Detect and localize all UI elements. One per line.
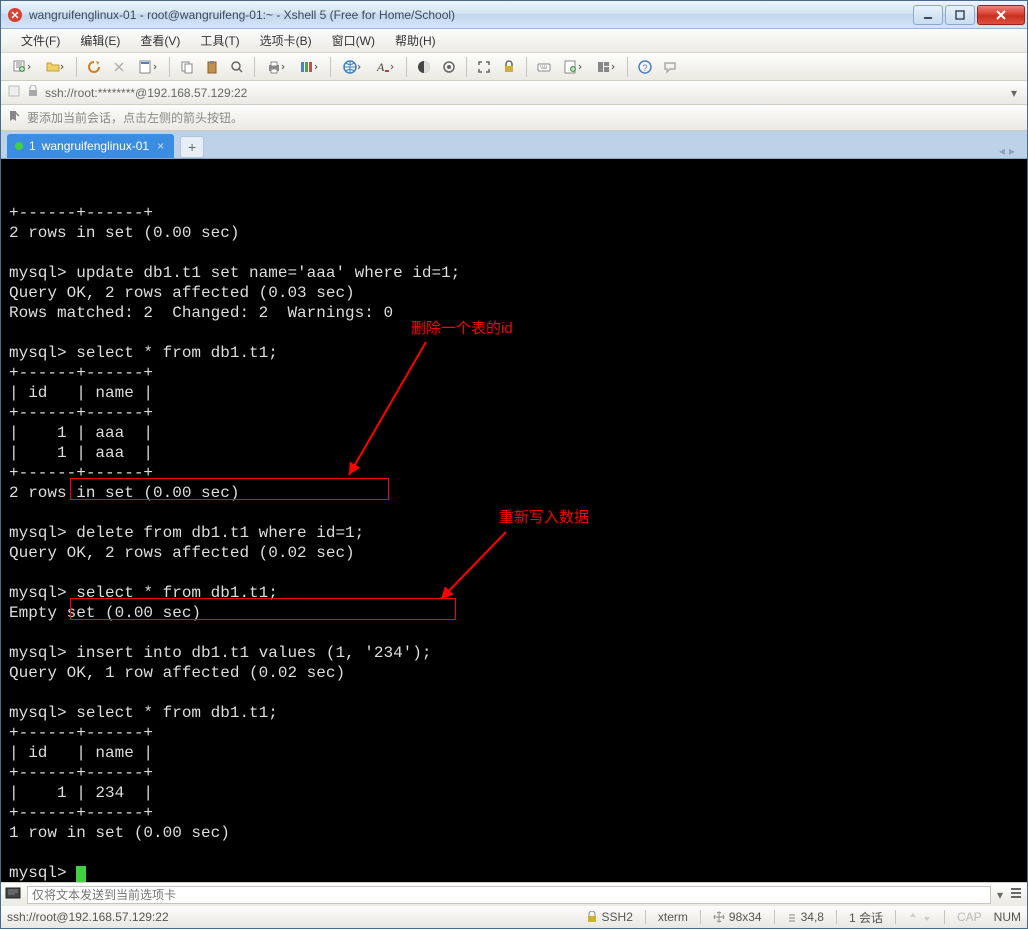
print-button[interactable] [261,56,291,78]
address-text[interactable]: ssh://root:********@192.168.57.129:22 [45,86,1001,100]
find-button[interactable] [226,56,248,78]
status-term: xterm [658,910,688,924]
menu-tabs[interactable]: 选项卡(B) [250,30,322,51]
toolbar: A ? [1,53,1027,81]
reconnect-button[interactable] [83,56,105,78]
status-num: NUM [994,910,1021,924]
menu-window[interactable]: 窗口(W) [322,30,385,51]
copy-button[interactable] [176,56,198,78]
tab-index: 1 [29,139,36,153]
toolbar-separator [76,57,77,77]
layout-button[interactable] [591,56,621,78]
session-tab[interactable]: 1 wangruifenglinux-01 × [7,134,174,158]
toolbar-separator [169,57,170,77]
menu-view[interactable]: 查看(V) [130,30,190,51]
lock-icon [27,85,39,100]
go-icon[interactable] [7,84,21,101]
minimize-button[interactable] [913,5,943,25]
color-scheme-button[interactable] [413,56,435,78]
open-session-button[interactable] [40,56,70,78]
chat-button[interactable] [659,56,681,78]
toolbar-separator [254,57,255,77]
menu-tools[interactable]: 工具(T) [190,30,249,51]
pos-icon [787,911,797,923]
lock-icon [586,911,598,923]
status-cap: CAP [957,910,982,924]
app-icon [7,7,23,23]
menu-help[interactable]: 帮助(H) [385,30,446,51]
toolbar-separator [466,57,467,77]
new-tab-button[interactable]: + [180,136,204,158]
fullscreen-button[interactable] [473,56,495,78]
terminal[interactable]: +------+------+ 2 rows in set (0.00 sec)… [1,159,1027,882]
tab-close-icon[interactable]: × [155,139,166,153]
send-bar: ▾ [1,882,1027,906]
status-dot-icon [15,142,23,150]
svg-text:A: A [376,60,385,74]
window-title: wangruifenglinux-01 - root@wangruifeng-0… [29,8,911,22]
font-button[interactable]: A [370,56,400,78]
send-icon[interactable] [5,886,21,903]
address-bar: ssh://root:********@192.168.57.129:22 ▾ [1,81,1027,105]
highlight-button[interactable] [438,56,460,78]
tools-button[interactable] [294,56,324,78]
toolbar-separator [330,57,331,77]
status-size: 98x34 [713,910,762,924]
keyboard-button[interactable] [533,56,555,78]
status-arrows [908,911,932,923]
svg-text:?: ? [643,63,648,73]
tab-next-icon[interactable]: ▸ [1009,144,1015,158]
status-connection: ssh://root@192.168.57.129:22 [7,910,169,924]
menu-file[interactable]: 文件(F) [11,30,70,51]
tab-bar: 1 wangruifenglinux-01 × + ◂ ▸ [1,131,1027,159]
menubar: 文件(F) 编辑(E) 查看(V) 工具(T) 选项卡(B) 窗口(W) 帮助(… [1,29,1027,53]
close-button[interactable] [977,5,1025,25]
send-menu-icon[interactable] [1009,886,1023,903]
bookmark-icon[interactable] [7,109,21,126]
address-dropdown[interactable]: ▾ [1007,86,1021,100]
tab-name: wangruifenglinux-01 [42,139,149,153]
tab-prev-icon[interactable]: ◂ [999,144,1005,158]
send-dropdown[interactable]: ▾ [997,888,1003,902]
encoding-button[interactable] [337,56,367,78]
send-input[interactable] [27,886,991,904]
lock-button[interactable] [498,56,520,78]
titlebar: wangruifenglinux-01 - root@wangruifeng-0… [1,1,1027,29]
help-button[interactable]: ? [634,56,656,78]
hint-text: 要添加当前会话，点击左侧的箭头按钮。 [27,109,243,126]
maximize-button[interactable] [945,5,975,25]
paste-button[interactable] [201,56,223,78]
status-pos: 34,8 [787,910,824,924]
properties-button[interactable] [133,56,163,78]
menu-edit[interactable]: 编辑(E) [70,30,130,51]
script-button[interactable] [558,56,588,78]
toolbar-separator [526,57,527,77]
toolbar-separator [627,57,628,77]
hint-bar: 要添加当前会话，点击左侧的箭头按钮。 [1,105,1027,131]
status-bar: ssh://root@192.168.57.129:22 SSH2 xterm … [1,906,1027,928]
size-icon [713,911,725,923]
new-session-button[interactable] [7,56,37,78]
status-protocol: SSH2 [586,910,633,924]
disconnect-button[interactable] [108,56,130,78]
status-sessions: 1 会话 [849,909,883,926]
terminal-output: +------+------+ 2 rows in set (0.00 sec)… [9,203,1019,882]
toolbar-separator [406,57,407,77]
